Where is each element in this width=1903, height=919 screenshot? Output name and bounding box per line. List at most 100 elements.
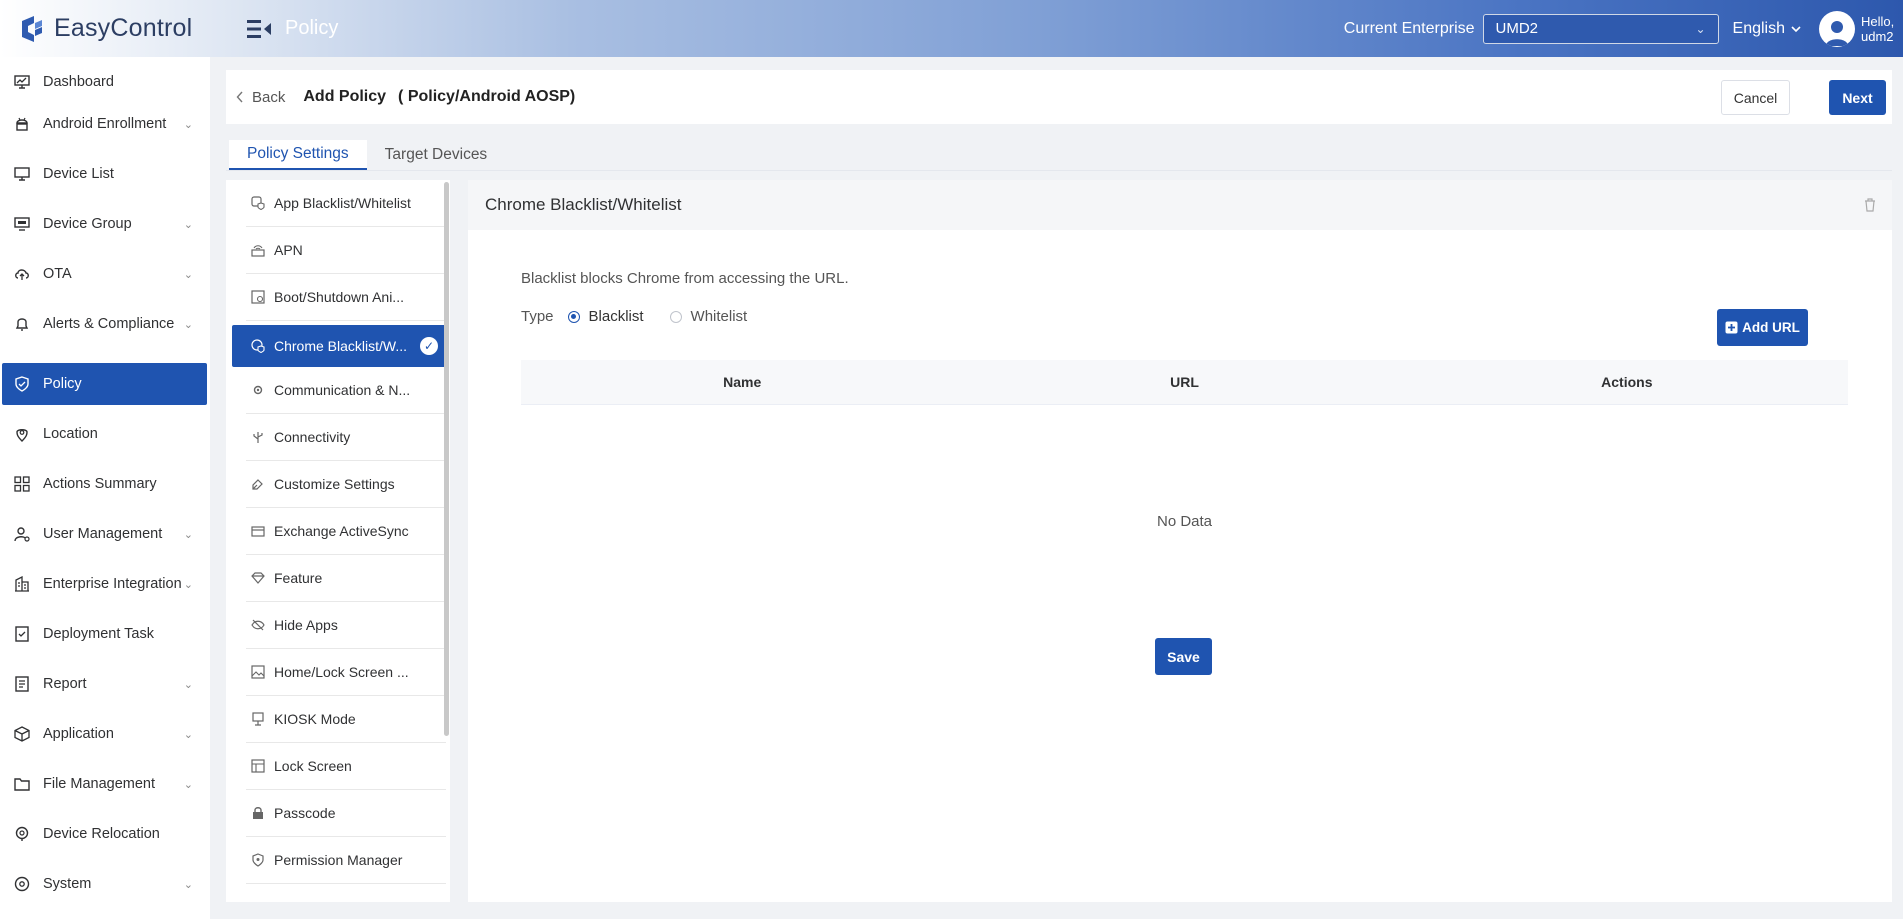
trash-icon[interactable] xyxy=(1862,197,1878,213)
policy-item-permission-manager[interactable]: Permission Manager xyxy=(246,837,446,884)
section-header: Chrome Blacklist/Whitelist xyxy=(468,180,1892,230)
sidebar-nav: Dashboard Android Enrollment ⌄ Device Li… xyxy=(0,57,210,919)
type-radio-group: Type Blacklist Whitelist xyxy=(521,308,747,325)
add-url-label: Add URL xyxy=(1742,320,1800,335)
policy-item-label: Lock Screen xyxy=(274,758,352,774)
username: udm2 xyxy=(1861,28,1894,44)
relocation-pin-icon xyxy=(13,825,31,843)
add-url-button[interactable]: Add URL xyxy=(1717,309,1808,346)
policy-item-app-blacklist[interactable]: App Blacklist/Whitelist xyxy=(246,180,446,227)
sidebar-item-label: System xyxy=(43,876,92,892)
policy-item-label: Passcode xyxy=(274,805,336,821)
radio-whitelist[interactable]: Whitelist xyxy=(669,308,747,325)
tab-target-devices[interactable]: Target Devices xyxy=(367,140,506,170)
policy-item-passcode[interactable]: Passcode xyxy=(246,790,446,837)
policy-item-label: APN xyxy=(274,242,303,258)
page-subtitle: ( Policy/Android AOSP) xyxy=(398,88,576,105)
bell-icon xyxy=(13,315,31,333)
diamond-icon xyxy=(250,570,266,586)
device-group-icon xyxy=(13,215,31,233)
policy-list-scrollbar[interactable] xyxy=(444,182,449,736)
user-avatar[interactable] xyxy=(1819,10,1855,47)
app-shield-icon xyxy=(250,195,266,211)
policy-item-label: Home/Lock Screen ... xyxy=(274,664,409,680)
policy-item-lock-screen[interactable]: Lock Screen xyxy=(246,743,446,790)
policy-item-exchange-activesync[interactable]: Exchange ActiveSync xyxy=(246,508,446,555)
sidebar-item-label: Device List xyxy=(43,166,114,182)
cancel-button[interactable]: Cancel xyxy=(1721,80,1790,115)
sidebar-item-label: OTA xyxy=(43,266,72,282)
chevron-down-icon: ⌄ xyxy=(183,218,193,231)
policy-category-list: App Blacklist/Whitelist APN Boot/Shutdow… xyxy=(226,180,450,902)
policy-item-kiosk-mode[interactable]: KIOSK Mode xyxy=(246,696,446,743)
chevron-down-icon: ⌄ xyxy=(183,118,193,131)
sidebar-item-actions-summary[interactable]: Actions Summary xyxy=(2,463,207,505)
sidebar-item-system[interactable]: System ⌄ xyxy=(2,863,207,905)
sidebar-item-label: Deployment Task xyxy=(43,626,154,642)
sidebar-item-user-management[interactable]: User Management ⌄ xyxy=(2,513,207,555)
customize-icon xyxy=(250,476,266,492)
policy-item-chrome-blacklist[interactable]: Chrome Blacklist/W... ✓ xyxy=(232,325,448,367)
column-header-name[interactable]: Name xyxy=(521,374,963,390)
save-button[interactable]: Save xyxy=(1155,638,1212,675)
sidebar-item-deployment-task[interactable]: Deployment Task xyxy=(2,613,207,655)
sidebar-item-device-group[interactable]: Device Group ⌄ xyxy=(2,203,207,245)
section-title: Chrome Blacklist/Whitelist xyxy=(485,195,682,214)
sidebar-item-label: Device Relocation xyxy=(43,826,160,842)
column-header-url[interactable]: URL xyxy=(963,374,1405,390)
radio-blacklist[interactable]: Blacklist xyxy=(567,308,644,325)
chevron-down-icon: ⌄ xyxy=(1695,21,1706,36)
sidebar-item-device-list[interactable]: Device List xyxy=(2,153,207,195)
sidebar-item-label: File Management xyxy=(43,776,156,792)
app-logo[interactable]: EasyControl xyxy=(18,14,223,43)
enterprise-value: UMD2 xyxy=(1495,20,1539,37)
policy-item-communication[interactable]: Communication & N... xyxy=(246,367,446,414)
column-header-actions: Actions xyxy=(1601,374,1653,390)
policy-item-connectivity[interactable]: Connectivity xyxy=(246,414,446,461)
sidebar-item-android-enrollment[interactable]: Android Enrollment ⌄ xyxy=(2,103,207,145)
policy-item-home-lock-screen[interactable]: Home/Lock Screen ... xyxy=(246,649,446,696)
enterprise-select[interactable]: UMD2 ⌄ xyxy=(1482,13,1719,44)
sidebar-item-label: Location xyxy=(43,426,98,442)
language-switcher[interactable]: English xyxy=(1733,20,1801,38)
policy-item-hide-apps[interactable]: Hide Apps xyxy=(246,602,446,649)
chevron-down-icon: ⌄ xyxy=(183,728,193,741)
language-label: English xyxy=(1732,19,1785,37)
policy-item-apn[interactable]: APN xyxy=(246,227,446,274)
page-header: Back Add Policy ( Policy/Android AOSP) C… xyxy=(226,70,1892,124)
policy-item-customize-settings[interactable]: Customize Settings xyxy=(246,461,446,508)
sidebar-item-location[interactable]: Location xyxy=(2,413,207,455)
back-button[interactable]: Back xyxy=(236,89,285,106)
exchange-icon xyxy=(250,523,266,539)
sidebar-item-file-management[interactable]: File Management ⌄ xyxy=(2,763,207,805)
sidebar-item-label: User Management xyxy=(43,526,163,542)
radio-blacklist-label: Blacklist xyxy=(588,308,644,325)
plus-square-icon xyxy=(1725,321,1738,334)
sidebar-item-report[interactable]: Report ⌄ xyxy=(2,663,207,705)
sidebar-item-policy[interactable]: Policy xyxy=(2,363,207,405)
sidebar-item-enterprise-integration[interactable]: Enterprise Integration ⌄ xyxy=(2,563,207,605)
policy-item-label: Permission Manager xyxy=(274,852,403,868)
module-title: Policy xyxy=(285,17,339,39)
back-label: Back xyxy=(252,88,286,106)
lock-icon xyxy=(250,805,266,821)
next-button[interactable]: Next xyxy=(1829,80,1886,115)
top-header: EasyControl Policy Current Enterprise UM… xyxy=(0,0,1903,57)
radio-selected-icon xyxy=(567,310,580,323)
policy-item-boot-shutdown[interactable]: Boot/Shutdown Ani... xyxy=(246,274,446,321)
user-icon xyxy=(1826,20,1848,46)
policy-item-feature[interactable]: Feature xyxy=(246,555,446,602)
tab-policy-settings[interactable]: Policy Settings xyxy=(229,140,367,170)
sidebar-item-dashboard[interactable]: Dashboard xyxy=(2,61,207,103)
menu-collapse-icon[interactable] xyxy=(247,19,273,39)
user-greeting[interactable]: Hello, udm2 xyxy=(1861,14,1903,44)
folder-icon xyxy=(13,775,31,793)
sidebar-item-label: Actions Summary xyxy=(43,476,157,492)
sidebar-item-alerts-compliance[interactable]: Alerts & Compliance ⌄ xyxy=(2,303,207,345)
sidebar-item-ota[interactable]: OTA ⌄ xyxy=(2,253,207,295)
sidebar-item-application[interactable]: Application ⌄ xyxy=(2,713,207,755)
sidebar-item-device-relocation[interactable]: Device Relocation xyxy=(2,813,207,855)
sidebar-item-label: Dashboard xyxy=(43,74,114,90)
location-pin-icon xyxy=(13,425,31,443)
image-icon xyxy=(250,664,266,680)
